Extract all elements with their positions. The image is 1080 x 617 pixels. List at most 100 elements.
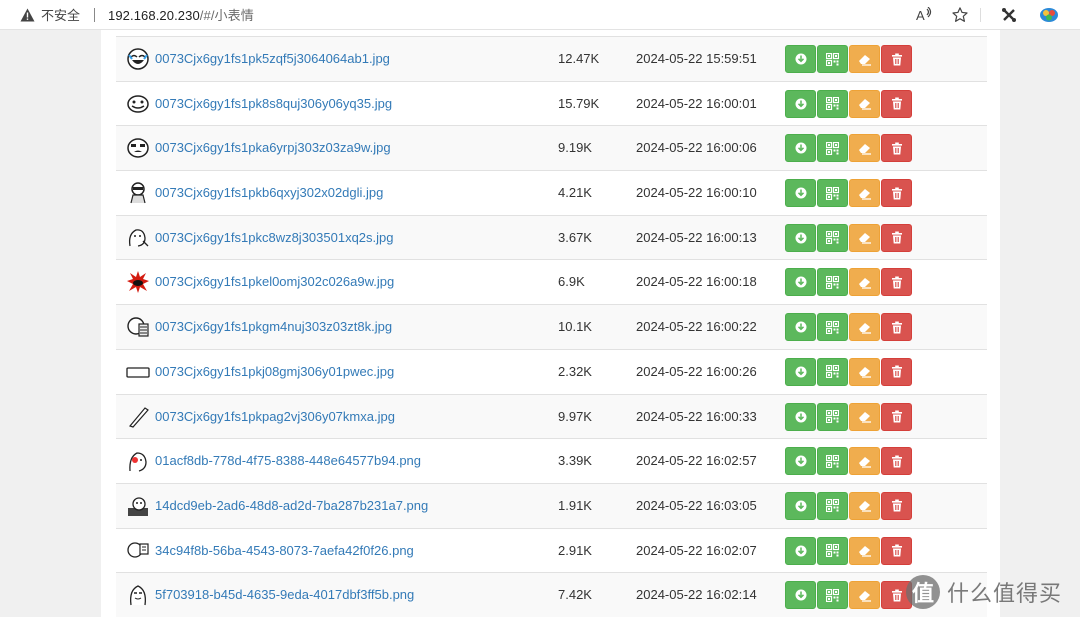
row-actions xyxy=(785,447,912,476)
eraser-icon xyxy=(858,53,872,66)
extension-color-icon[interactable] xyxy=(1034,0,1064,30)
qrcode-button[interactable] xyxy=(817,179,848,208)
download-button[interactable] xyxy=(785,89,816,118)
pencil-icon xyxy=(125,404,151,430)
rename-button[interactable] xyxy=(849,223,880,252)
qrcode-button[interactable] xyxy=(817,491,848,520)
download-button[interactable] xyxy=(785,447,816,476)
rename-button[interactable] xyxy=(849,268,880,297)
qrcode-button[interactable] xyxy=(817,134,848,163)
qrcode-button[interactable] xyxy=(817,313,848,342)
download-icon xyxy=(795,411,807,423)
download-button[interactable] xyxy=(785,581,816,610)
rename-button[interactable] xyxy=(849,536,880,565)
rename-button[interactable] xyxy=(849,89,880,118)
phone-icon xyxy=(125,359,151,385)
delete-button[interactable] xyxy=(881,313,912,342)
delete-button[interactable] xyxy=(881,134,912,163)
svg-text:A: A xyxy=(916,8,925,23)
qrcode-button[interactable] xyxy=(817,402,848,431)
file-name-link[interactable]: 0073Cjx6gy1fs1pkc8wz8j303501xq2s.jpg xyxy=(155,230,394,245)
file-name-link[interactable]: 0073Cjx6gy1fs1pk8s8quj306y06yq35.jpg xyxy=(155,96,392,111)
download-button[interactable] xyxy=(785,313,816,342)
eraser-icon xyxy=(858,455,872,468)
file-date: 2024-05-22 16:00:33 xyxy=(636,408,757,424)
delete-button[interactable] xyxy=(881,491,912,520)
delete-button[interactable] xyxy=(881,536,912,565)
qrcode-button[interactable] xyxy=(817,223,848,252)
read-aloud-icon[interactable]: A xyxy=(910,0,940,30)
file-list-page: 0073Cjx6gy1fs1pk5zqf5j3064064ab1.jpg 12.4… xyxy=(101,30,1000,617)
qrcode-button[interactable] xyxy=(817,581,848,610)
file-name-link[interactable]: 0073Cjx6gy1fs1pkb6qxyj302x02dgli.jpg xyxy=(155,185,383,200)
download-button[interactable] xyxy=(785,402,816,431)
qrcode-button[interactable] xyxy=(817,45,848,73)
row-actions xyxy=(785,581,912,610)
table-row: 0073Cjx6gy1fs1pkel0omj302c026a9w.jpg 6.9K… xyxy=(116,259,987,305)
table-row: 0073Cjx6gy1fs1pkgm4nuj303z03zt8k.jpg 10.1… xyxy=(116,304,987,349)
delete-button[interactable] xyxy=(881,447,912,476)
extension-puzzle-icon[interactable] xyxy=(994,0,1024,30)
download-button[interactable] xyxy=(785,45,816,73)
rename-button[interactable] xyxy=(849,581,880,610)
warning-icon[interactable] xyxy=(19,7,35,23)
delete-button[interactable] xyxy=(881,268,912,297)
download-button[interactable] xyxy=(785,536,816,565)
download-button[interactable] xyxy=(785,134,816,163)
toolbar-divider xyxy=(980,8,981,22)
qrcode-icon xyxy=(826,499,839,513)
row-actions xyxy=(785,357,912,386)
grinning-face-icon xyxy=(125,91,151,117)
file-name-link[interactable]: 34c94f8b-56ba-4543-8073-7aefa42f0f26.png xyxy=(155,543,414,558)
browser-address-bar: 不安全 192.168.20.230/#/小表情 A xyxy=(0,0,1080,30)
download-button[interactable] xyxy=(785,491,816,520)
nosebleed-face-icon xyxy=(125,448,151,474)
qrcode-button[interactable] xyxy=(817,89,848,118)
download-icon xyxy=(795,321,807,333)
rename-button[interactable] xyxy=(849,134,880,163)
rename-button[interactable] xyxy=(849,402,880,431)
download-icon xyxy=(795,53,807,65)
rename-button[interactable] xyxy=(849,313,880,342)
file-name-link[interactable]: 0073Cjx6gy1fs1pkj08gmj306y01pwec.jpg xyxy=(155,364,394,379)
delete-button[interactable] xyxy=(881,179,912,208)
file-name-link[interactable]: 5f703918-b45d-4635-9eda-4017dbf3ff5b.png xyxy=(155,587,414,602)
qrcode-button[interactable] xyxy=(817,536,848,565)
eraser-icon xyxy=(858,589,872,602)
file-name-link[interactable]: 0073Cjx6gy1fs1pkgm4nuj303z03zt8k.jpg xyxy=(155,319,392,334)
delete-button[interactable] xyxy=(881,402,912,431)
row-actions xyxy=(785,536,912,565)
url-field[interactable]: 192.168.20.230/#/小表情 xyxy=(108,5,254,24)
file-date: 2024-05-22 16:00:06 xyxy=(636,140,757,156)
file-name-link[interactable]: 0073Cjx6gy1fs1pk5zqf5j3064064ab1.jpg xyxy=(155,51,390,66)
file-name-link[interactable]: 14dcd9eb-2ad6-48d8-ad2d-7ba287b231a7.png xyxy=(155,498,428,513)
qrcode-icon xyxy=(826,454,839,468)
masked-face-icon xyxy=(125,180,151,206)
rename-button[interactable] xyxy=(849,447,880,476)
delete-button[interactable] xyxy=(881,223,912,252)
file-date: 2024-05-22 16:02:57 xyxy=(636,453,757,469)
trash-icon xyxy=(891,142,903,155)
download-button[interactable] xyxy=(785,179,816,208)
rename-button[interactable] xyxy=(849,491,880,520)
download-button[interactable] xyxy=(785,268,816,297)
delete-button[interactable] xyxy=(881,45,912,73)
qrcode-button[interactable] xyxy=(817,357,848,386)
file-name-link[interactable]: 0073Cjx6gy1fs1pkpag2vj306y07kmxa.jpg xyxy=(155,409,395,424)
rename-button[interactable] xyxy=(849,179,880,208)
qrcode-button[interactable] xyxy=(817,447,848,476)
rename-button[interactable] xyxy=(849,357,880,386)
security-status[interactable]: 不安全 xyxy=(41,5,80,24)
download-button[interactable] xyxy=(785,357,816,386)
file-name-link[interactable]: 0073Cjx6gy1fs1pkel0omj302c026a9w.jpg xyxy=(155,274,394,289)
table-row: 0073Cjx6gy1fs1pk5zqf5j3064064ab1.jpg 12.4… xyxy=(116,36,987,81)
delete-button[interactable] xyxy=(881,357,912,386)
rename-button[interactable] xyxy=(849,45,880,73)
file-name-link[interactable]: 01acf8db-778d-4f75-8388-448e64577b94.png xyxy=(155,453,421,468)
file-name-link[interactable]: 0073Cjx6gy1fs1pka6yrpj303z03za9w.jpg xyxy=(155,140,391,155)
download-button[interactable] xyxy=(785,223,816,252)
favorite-star-icon[interactable] xyxy=(945,0,975,30)
delete-button[interactable] xyxy=(881,89,912,118)
qrcode-button[interactable] xyxy=(817,268,848,297)
eraser-icon xyxy=(858,499,872,513)
